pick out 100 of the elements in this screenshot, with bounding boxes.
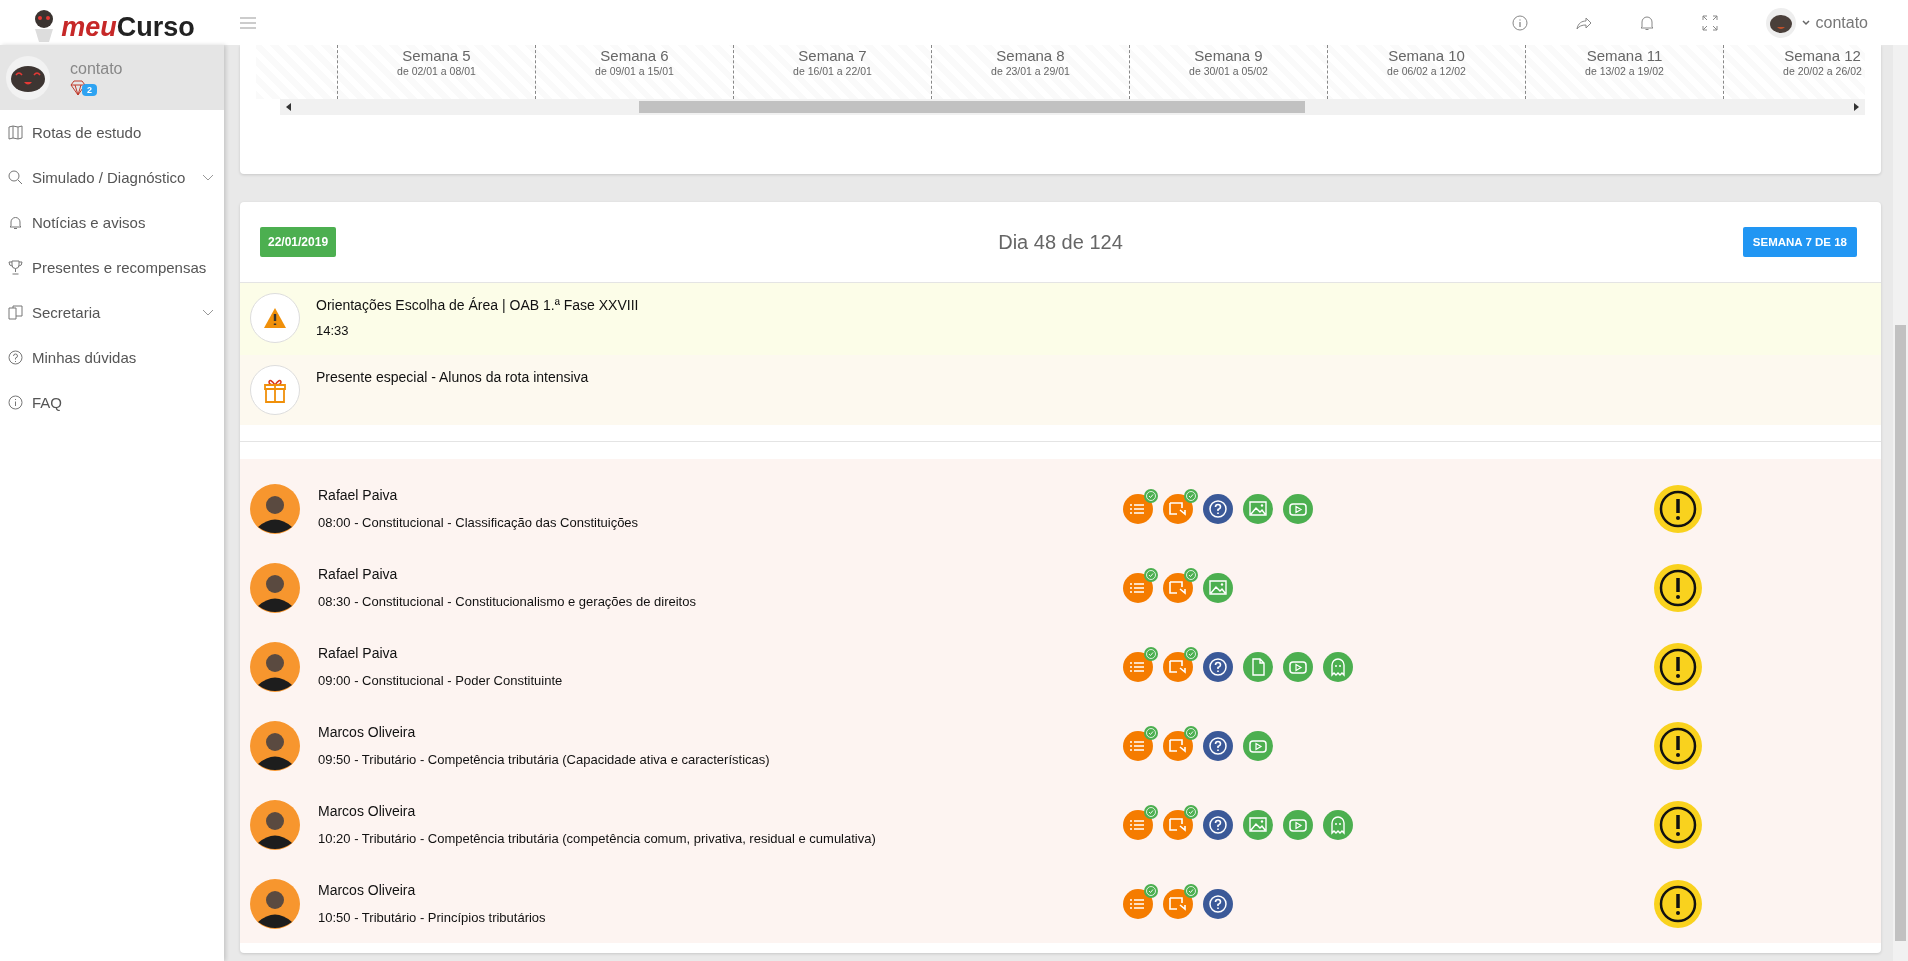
lesson-row[interactable]: Rafael Paiva 09:00 - Constitucional - Poder Constituinte [240,627,1881,706]
lesson-row[interactable]: Rafael Paiva 08:30 - Constitucional - Constitucionalismo e gerações de direitos [240,548,1881,627]
check-badge-icon [1184,883,1198,898]
scrollbar-thumb[interactable] [1895,325,1906,941]
lesson-row[interactable]: Marcos Oliveira 09:50 - Tributário - Competência tributária (Capacidade ativa e características) [240,706,1881,785]
check-badge-icon [1144,488,1158,503]
question-icon[interactable] [1203,730,1233,761]
week-title: Semana 5 [402,47,471,64]
scroll-right-icon[interactable] [1853,103,1859,111]
sidebar-item[interactable]: Minhas dúvidas [0,335,224,380]
week-range: de 20/02 a 26/02 [1783,65,1862,77]
gem-icon [70,79,86,96]
ghost-icon[interactable] [1323,651,1353,682]
list-icon[interactable] [1123,651,1153,682]
sidebar-item[interactable]: Notícias e avisos [0,200,224,245]
check-badge-icon [1144,883,1158,898]
info-icon[interactable] [1511,14,1528,31]
document-icon[interactable] [1243,651,1273,682]
check-badge-icon [1184,725,1198,740]
notice-row[interactable]: Presente especial - Alunos da rota intensiva [240,355,1881,425]
teacher-name: Marcos Oliveira [318,724,417,740]
question-icon[interactable] [1203,493,1233,524]
fullscreen-icon[interactable] [1701,14,1718,31]
alert-icon[interactable] [1653,562,1703,613]
gift-icon [263,377,287,403]
vertical-scrollbar[interactable] [1893,45,1908,961]
ghost-icon[interactable] [1323,809,1353,840]
play-icon[interactable] [1243,730,1273,761]
date-badge: 22/01/2019 [260,227,337,257]
week-range: de 16/01 a 22/01 [793,65,872,77]
image-icon[interactable] [1203,572,1233,603]
list-icon[interactable] [1123,809,1153,840]
video-icon[interactable] [1163,493,1193,524]
logo[interactable]: meuCurso [0,2,224,43]
scrollbar-thumb[interactable] [638,101,1305,113]
lesson-subject: 10:20 - Tributário - Competência tributária (competência comum, privativa, residual e cumulativa) [318,831,877,846]
lesson-row[interactable]: Rafael Paiva 08:00 - Constitucional - Classificação das Constituições [240,469,1881,548]
lesson-row[interactable]: Marcos Oliveira 10:50 - Tributário - Princípios tributários [240,864,1881,943]
teacher-name: Rafael Paiva [318,566,399,582]
horizontal-scrollbar[interactable] [280,99,1865,115]
bell-icon[interactable] [1639,14,1654,31]
menu-icon[interactable] [240,16,256,29]
video-icon[interactable] [1163,730,1193,761]
question-icon[interactable] [1203,809,1233,840]
alert-icon[interactable] [1653,641,1703,692]
list-icon[interactable] [1123,572,1153,603]
lesson-subject: 10:50 - Tributário - Princípios tributários [318,910,547,925]
scroll-left-icon[interactable] [286,103,292,111]
alert-icon[interactable] [1653,483,1703,534]
teacher-name: Rafael Paiva [318,487,399,503]
week-range: de 13/02 a 19/02 [1585,65,1664,77]
search-icon [8,170,23,185]
lesson-row[interactable]: Marcos Oliveira 10:20 - Tributário - Competência tributária (competência comum, privativa, residual e cumulativa) [240,785,1881,864]
sidebar-item[interactable]: Rotas de estudo [0,110,224,155]
week-title: Semana 11 [1586,47,1663,64]
check-badge-icon [1144,646,1158,661]
video-icon[interactable] [1163,572,1193,603]
documents-icon [8,305,23,320]
sidebar-item[interactable]: Secretaria [0,290,224,335]
play-icon[interactable] [1283,809,1313,840]
question-icon[interactable] [1203,888,1233,919]
list-icon[interactable] [1123,730,1153,761]
play-icon[interactable] [1283,651,1313,682]
help-icon [8,350,23,365]
video-icon[interactable] [1163,809,1193,840]
question-icon[interactable] [1203,651,1233,682]
chevron-down-icon [202,309,214,316]
user-menu[interactable]: contato [1765,7,1868,38]
week-title: Semana 7 [798,47,867,64]
week-range: de 09/01 a 15/01 [595,65,674,77]
video-icon[interactable] [1163,888,1193,919]
trophy-icon [8,260,23,275]
check-badge-icon [1184,567,1198,582]
alert-icon[interactable] [1653,878,1703,929]
share-icon[interactable] [1575,15,1592,30]
alert-icon[interactable] [1653,799,1703,850]
sidebar-item[interactable]: Presentes e recompensas [0,245,224,290]
sidebar-item[interactable]: Simulado / Diagnóstico [0,155,224,200]
list-icon[interactable] [1123,888,1153,919]
teacher-name: Marcos Oliveira [318,882,417,898]
avatar-icon [6,55,50,100]
list-icon[interactable] [1123,493,1153,524]
week-range: de 02/01 a 08/01 [397,65,476,77]
teacher-avatar [250,641,300,692]
week-title: Semana 12 [1784,47,1861,64]
image-icon[interactable] [1243,493,1273,524]
week-title: Semana 8 [996,47,1065,64]
info-icon [8,395,23,410]
notice-row[interactable]: Orientações Escolha de Área | OAB 1.ª Fase XXVIII 14:33 [240,283,1881,355]
play-icon[interactable] [1283,493,1313,524]
check-badge-icon [1184,488,1198,503]
week-range: de 30/01 a 05/02 [1189,65,1268,77]
video-icon[interactable] [1163,651,1193,682]
lesson-subject: 09:00 - Constitucional - Poder Constituinte [318,673,564,688]
check-badge-icon [1144,804,1158,819]
avatar-icon [1765,7,1796,38]
logo-text: meuCurso [61,10,195,43]
alert-icon[interactable] [1653,720,1703,771]
image-icon[interactable] [1243,809,1273,840]
sidebar-item[interactable]: FAQ [0,380,224,425]
